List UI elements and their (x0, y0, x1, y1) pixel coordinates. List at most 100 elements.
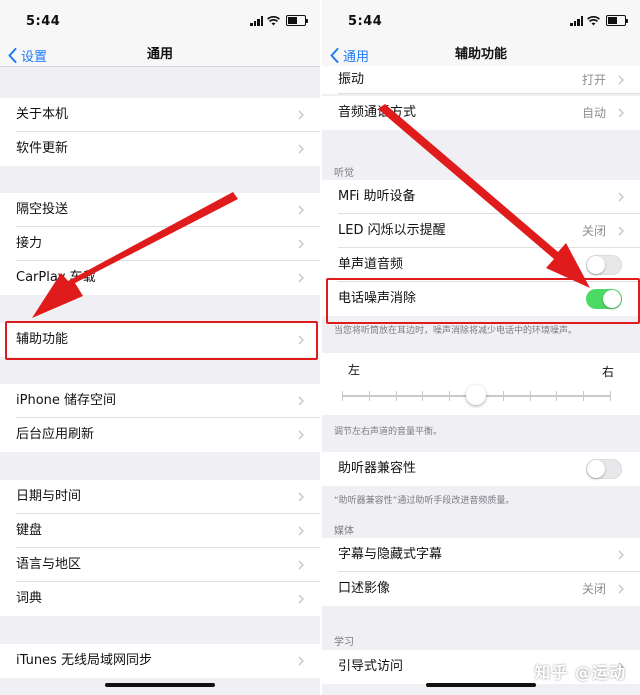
row-about[interactable]: 关于本机 (0, 98, 320, 132)
chevron-right-icon (298, 594, 304, 604)
section-header-learning: 学习 (334, 637, 354, 648)
chevron-right-icon (298, 656, 304, 666)
chevron-right-icon (298, 110, 304, 120)
chevron-right-icon (298, 560, 304, 570)
home-indicator (105, 683, 215, 687)
row-label: 软件更新 (16, 141, 69, 156)
row-hearing-aid-compat: 助听器兼容性 (322, 452, 640, 486)
row-label: 隔空投送 (16, 202, 69, 217)
accessibility-settings-screen: 5:44 通用 辅助功能 振动 打开 音频通话方式 自动 听觉 MFi 助听设备… (322, 0, 640, 695)
section-header-hearing: 听觉 (334, 168, 354, 179)
status-time: 5:44 (26, 14, 61, 29)
row-label: 词典 (16, 591, 43, 606)
chevron-right-icon (298, 430, 304, 440)
row-handoff[interactable]: 接力 (0, 227, 320, 261)
balance-left-label: 左 (348, 363, 361, 377)
row-dictionary[interactable]: 词典 (0, 582, 320, 616)
row-label: 助听器兼容性 (338, 461, 417, 476)
battery-icon (286, 15, 308, 26)
balance-tick (368, 391, 370, 401)
row-value: 关闭 (581, 582, 606, 596)
balance-right-label: 右 (601, 365, 614, 379)
mono-audio-toggle[interactable] (586, 255, 622, 275)
chevron-right-icon (298, 396, 304, 406)
balance-tick (610, 391, 611, 401)
chevron-right-icon (618, 226, 624, 236)
row-airdrop[interactable]: 隔空投送 (0, 193, 320, 227)
row-itunes-wifi-sync[interactable]: iTunes 无线局域网同步 (0, 644, 320, 678)
balance-tick (502, 391, 504, 401)
row-label: iPhone 储存空间 (16, 393, 117, 408)
row-carplay[interactable]: CarPlay 车载 (0, 261, 320, 295)
chevron-right-icon (618, 192, 624, 202)
signal-icon (570, 15, 583, 26)
highlight-box-accessibility (5, 321, 318, 360)
row-label: 口述影像 (338, 581, 391, 596)
row-audio-route[interactable]: 音频通话方式 自动 (322, 96, 640, 130)
row-label: 引导式访问 (338, 659, 404, 674)
status-icons (250, 15, 308, 26)
chevron-right-icon (618, 75, 624, 85)
section-header-media: 媒体 (334, 526, 354, 537)
row-vibration[interactable]: 振动 打开 (322, 66, 640, 94)
chevron-right-icon (618, 108, 624, 118)
wifi-icon (587, 15, 600, 25)
row-label: MFi 助听设备 (338, 189, 416, 204)
page-title: 辅助功能 (454, 47, 507, 62)
row-software-update[interactable]: 软件更新 (0, 132, 320, 166)
hearing-aid-compat-toggle[interactable] (586, 459, 622, 479)
balance-slider-thumb[interactable] (466, 385, 486, 405)
status-bar: 5:44 (0, 0, 320, 44)
row-background-refresh[interactable]: 后台应用刷新 (0, 418, 320, 452)
highlight-box-noise-cancel (326, 278, 640, 324)
chevron-right-icon (298, 492, 304, 502)
row-value: 自动 (581, 106, 606, 120)
chevron-right-icon (298, 205, 304, 215)
balance-tick (395, 391, 397, 401)
row-iphone-storage[interactable]: iPhone 储存空间 (0, 384, 320, 418)
row-keyboard[interactable]: 键盘 (0, 514, 320, 548)
balance-slider-block: 左 右 (322, 353, 640, 415)
row-label: 键盘 (16, 523, 43, 538)
row-label: CarPlay 车载 (16, 270, 96, 285)
toggle-knob (587, 256, 605, 274)
row-label: 音频通话方式 (338, 105, 417, 120)
row-mono-audio: 单声道音频 (322, 248, 640, 282)
general-settings-screen: 5:44 设置 通用 关于本机 软件更新 隔空投送 接力 CarPlay 车载 … (0, 0, 320, 695)
watermark: 知乎 @运动 (534, 663, 626, 682)
balance-tick (556, 391, 558, 401)
row-led-flash[interactable]: LED 闪烁以示提醒 关闭 (322, 214, 640, 248)
nav-bar: 通用 辅助功能 (322, 44, 640, 67)
toggle-knob (587, 460, 605, 478)
status-bar: 5:44 (322, 0, 640, 44)
row-label: 接力 (16, 236, 43, 251)
chevron-right-icon (298, 273, 304, 283)
noise-cancel-note: 当您将听筒放在耳边时，噪声消除将减少电话中的环境噪声。 (334, 326, 578, 336)
nav-bar: 设置 通用 (0, 44, 320, 67)
row-date-time[interactable]: 日期与时间 (0, 480, 320, 514)
row-language-region[interactable]: 语言与地区 (0, 548, 320, 582)
row-value: 打开 (581, 73, 606, 87)
row-label: 日期与时间 (16, 489, 82, 504)
balance-note: 调节左右声道的音量平衡。 (334, 427, 443, 437)
balance-tick (583, 391, 585, 401)
balance-tick (342, 391, 343, 401)
row-audio-descriptions[interactable]: 口述影像 关闭 (322, 572, 640, 606)
row-subtitles-captions[interactable]: 字幕与隐藏式字幕 (322, 538, 640, 572)
home-indicator (426, 683, 536, 687)
chevron-right-icon (298, 239, 304, 249)
row-value: 关闭 (581, 224, 606, 238)
battery-icon (606, 15, 628, 26)
chevron-right-icon (618, 584, 624, 594)
balance-tick (422, 391, 424, 401)
row-label: LED 闪烁以示提醒 (338, 223, 446, 238)
row-label: 字幕与隐藏式字幕 (338, 547, 443, 562)
row-mfi-hearing[interactable]: MFi 助听设备 (322, 180, 640, 214)
chevron-right-icon (298, 144, 304, 154)
row-label: iTunes 无线局域网同步 (16, 653, 152, 668)
status-time: 5:44 (348, 14, 383, 29)
row-label: 语言与地区 (16, 557, 82, 572)
signal-icon (250, 15, 263, 26)
row-label: 振动 (338, 72, 365, 87)
chevron-right-icon (618, 550, 624, 560)
